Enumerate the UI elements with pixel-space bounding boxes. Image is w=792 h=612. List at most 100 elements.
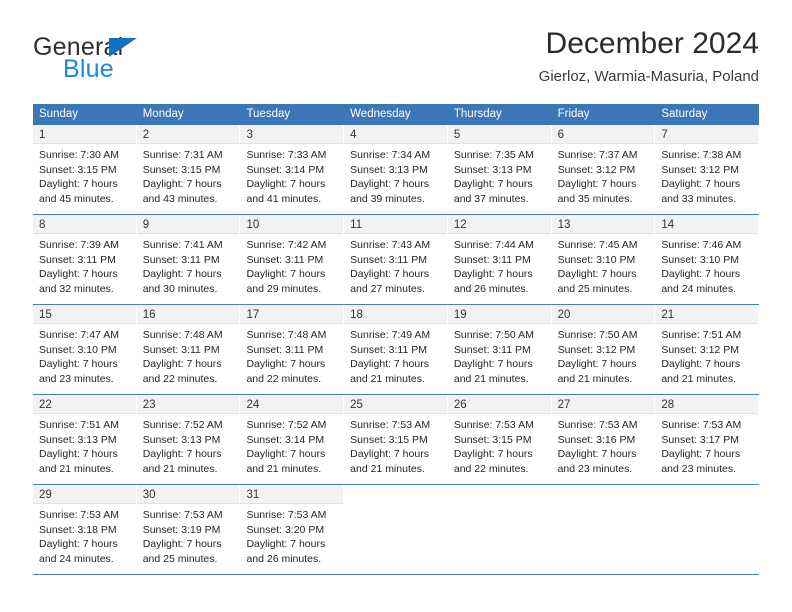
day-cell[interactable]: 18 Sunrise: 7:49 AM Sunset: 3:11 PM Dayl… (344, 305, 448, 394)
day-cell[interactable]: 17 Sunrise: 7:48 AM Sunset: 3:11 PM Dayl… (240, 305, 345, 394)
day-number-band: 20 (551, 305, 655, 324)
daylight-text-line2: and 29 minutes. (246, 282, 322, 295)
day-cell[interactable]: 21 Sunrise: 7:51 AM Sunset: 3:12 PM Dayl… (655, 305, 760, 394)
day-cell[interactable]: 30 Sunrise: 7:53 AM Sunset: 3:19 PM Dayl… (136, 485, 241, 574)
day-number: 2 (142, 129, 150, 141)
day-number: 25 (350, 399, 363, 411)
day-details: Sunrise: 7:49 AM Sunset: 3:11 PM Dayligh… (344, 324, 447, 392)
daylight-text-line1: Daylight: 7 hours (350, 448, 429, 460)
day-cell[interactable]: 28 Sunrise: 7:53 AM Sunset: 3:17 PM Dayl… (655, 395, 760, 484)
day-number-band: 12 (447, 215, 551, 234)
sunset-text: Sunset: 3:13 PM (350, 163, 428, 176)
daylight-text-line2: and 22 minutes. (453, 462, 529, 475)
day-cell[interactable]: 11 Sunrise: 7:43 AM Sunset: 3:11 PM Dayl… (344, 215, 448, 304)
day-cell[interactable]: 14 Sunrise: 7:46 AM Sunset: 3:10 PM Dayl… (655, 215, 760, 304)
day-cell[interactable]: 20 Sunrise: 7:50 AM Sunset: 3:12 PM Dayl… (551, 305, 656, 394)
day-cell[interactable]: 2 Sunrise: 7:31 AM Sunset: 3:15 PM Dayli… (136, 125, 241, 214)
day-details: Sunrise: 7:53 AM Sunset: 3:17 PM Dayligh… (655, 414, 758, 482)
day-cell[interactable]: 1 Sunrise: 7:30 AM Sunset: 3:15 PM Dayli… (33, 125, 137, 214)
sunrise-text: Sunrise: 7:37 AM (557, 149, 638, 161)
daylight-text-line2: and 25 minutes. (557, 282, 633, 295)
day-cell[interactable]: 8 Sunrise: 7:39 AM Sunset: 3:11 PM Dayli… (33, 215, 137, 304)
sunset-text: Sunset: 3:12 PM (557, 163, 636, 176)
day-cell[interactable]: 26 Sunrise: 7:53 AM Sunset: 3:15 PM Dayl… (447, 395, 552, 484)
sunset-text: Sunset: 3:10 PM (39, 343, 117, 356)
day-details: Sunrise: 7:31 AM Sunset: 3:15 PM Dayligh… (137, 144, 240, 212)
day-number: 8 (39, 219, 46, 231)
day-number: 7 (661, 129, 668, 141)
day-number: 16 (142, 309, 156, 321)
daylight-text-line2: and 21 minutes. (142, 462, 218, 475)
title-block: December 2024 Gierloz, Warmia-Masuria, P… (539, 26, 759, 88)
daylight-text-line1: Daylight: 7 hours (661, 448, 741, 460)
day-cell[interactable]: 27 Sunrise: 7:53 AM Sunset: 3:16 PM Dayl… (551, 395, 656, 484)
daylight-text-line2: and 24 minutes. (39, 552, 114, 565)
weekday-header-thursday: Thursday (453, 108, 502, 120)
day-cell[interactable]: 7 Sunrise: 7:38 AM Sunset: 3:12 PM Dayli… (655, 125, 760, 214)
day-number-band: 13 (551, 215, 655, 234)
day-number: 23 (142, 399, 156, 411)
day-details: Sunrise: 7:45 AM Sunset: 3:10 PM Dayligh… (552, 234, 655, 302)
sunrise-text: Sunrise: 7:43 AM (350, 239, 431, 251)
day-details: Sunrise: 7:39 AM Sunset: 3:11 PM Dayligh… (33, 234, 136, 302)
day-number: 9 (142, 219, 150, 231)
day-number: 14 (661, 219, 675, 231)
sunset-text: Sunset: 3:12 PM (661, 163, 739, 176)
sunset-text: Sunset: 3:11 PM (453, 343, 531, 356)
sunset-text: Sunset: 3:18 PM (39, 523, 117, 536)
daylight-text-line2: and 21 minutes. (350, 462, 425, 475)
daylight-text-line1: Daylight: 7 hours (661, 178, 741, 190)
daylight-text-line1: Daylight: 7 hours (246, 178, 326, 190)
day-cell[interactable]: 23 Sunrise: 7:52 AM Sunset: 3:13 PM Dayl… (136, 395, 241, 484)
day-cell[interactable]: 10 Sunrise: 7:42 AM Sunset: 3:11 PM Dayl… (240, 215, 345, 304)
daylight-text-line1: Daylight: 7 hours (350, 268, 429, 280)
day-cell[interactable]: 9 Sunrise: 7:41 AM Sunset: 3:11 PM Dayli… (136, 215, 241, 304)
day-cell[interactable]: 29 Sunrise: 7:53 AM Sunset: 3:18 PM Dayl… (33, 485, 137, 574)
day-cell[interactable]: 16 Sunrise: 7:48 AM Sunset: 3:11 PM Dayl… (136, 305, 241, 394)
day-cell[interactable]: 19 Sunrise: 7:50 AM Sunset: 3:11 PM Dayl… (447, 305, 552, 394)
day-number-band: 1 (33, 125, 136, 144)
day-number: 22 (39, 399, 52, 411)
day-cell-empty (344, 485, 448, 574)
day-number-band: 31 (240, 485, 344, 504)
day-number-band: 21 (655, 305, 759, 324)
day-details: Sunrise: 7:44 AM Sunset: 3:11 PM Dayligh… (448, 234, 551, 302)
general-blue-logo[interactable]: General Blue (33, 33, 253, 85)
day-details: Sunrise: 7:51 AM Sunset: 3:12 PM Dayligh… (655, 324, 758, 392)
day-cell[interactable]: 24 Sunrise: 7:52 AM Sunset: 3:14 PM Dayl… (240, 395, 345, 484)
day-cell[interactable]: 6 Sunrise: 7:37 AM Sunset: 3:12 PM Dayli… (551, 125, 656, 214)
day-cell[interactable]: 3 Sunrise: 7:33 AM Sunset: 3:14 PM Dayli… (240, 125, 345, 214)
calendar-week-row: 8 Sunrise: 7:39 AM Sunset: 3:11 PM Dayli… (33, 215, 760, 305)
calendar-week-row: 29 Sunrise: 7:53 AM Sunset: 3:18 PM Dayl… (33, 485, 760, 575)
weekday-header-row: Sunday Monday Tuesday Wednesday Thursday… (33, 104, 759, 125)
day-cell[interactable]: 15 Sunrise: 7:47 AM Sunset: 3:10 PM Dayl… (33, 305, 137, 394)
day-details: Sunrise: 7:34 AM Sunset: 3:13 PM Dayligh… (344, 144, 447, 212)
sunset-text: Sunset: 3:14 PM (246, 433, 325, 446)
day-number-band: 4 (344, 125, 447, 144)
day-details: Sunrise: 7:30 AM Sunset: 3:15 PM Dayligh… (33, 144, 136, 212)
day-cell[interactable]: 12 Sunrise: 7:44 AM Sunset: 3:11 PM Dayl… (447, 215, 552, 304)
day-cell[interactable]: 4 Sunrise: 7:34 AM Sunset: 3:13 PM Dayli… (344, 125, 448, 214)
day-number-band (655, 485, 759, 504)
sunrise-text: Sunrise: 7:53 AM (350, 419, 431, 431)
daylight-text-line1: Daylight: 7 hours (142, 268, 222, 280)
daylight-text-line2: and 23 minutes. (661, 462, 737, 475)
day-cell[interactable]: 22 Sunrise: 7:51 AM Sunset: 3:13 PM Dayl… (33, 395, 137, 484)
day-cell[interactable]: 25 Sunrise: 7:53 AM Sunset: 3:15 PM Dayl… (344, 395, 448, 484)
day-number-band (551, 485, 655, 504)
daylight-text-line2: and 24 minutes. (661, 282, 737, 295)
day-cell[interactable]: 31 Sunrise: 7:53 AM Sunset: 3:20 PM Dayl… (240, 485, 345, 574)
day-number-band: 25 (344, 395, 447, 414)
day-cell[interactable]: 13 Sunrise: 7:45 AM Sunset: 3:10 PM Dayl… (551, 215, 656, 304)
day-cell[interactable]: 5 Sunrise: 7:35 AM Sunset: 3:13 PM Dayli… (447, 125, 552, 214)
sunset-text: Sunset: 3:12 PM (557, 343, 636, 356)
daylight-text-line2: and 21 minutes. (39, 462, 114, 475)
day-cell-empty (655, 485, 760, 574)
daylight-text-line2: and 39 minutes. (350, 192, 425, 205)
sunrise-text: Sunrise: 7:51 AM (661, 329, 742, 341)
day-details: Sunrise: 7:51 AM Sunset: 3:13 PM Dayligh… (33, 414, 136, 482)
daylight-text-line2: and 21 minutes. (661, 372, 737, 385)
day-details: Sunrise: 7:52 AM Sunset: 3:14 PM Dayligh… (240, 414, 343, 482)
weekday-header-sunday: Sunday (39, 108, 79, 120)
day-details: Sunrise: 7:38 AM Sunset: 3:12 PM Dayligh… (655, 144, 758, 212)
